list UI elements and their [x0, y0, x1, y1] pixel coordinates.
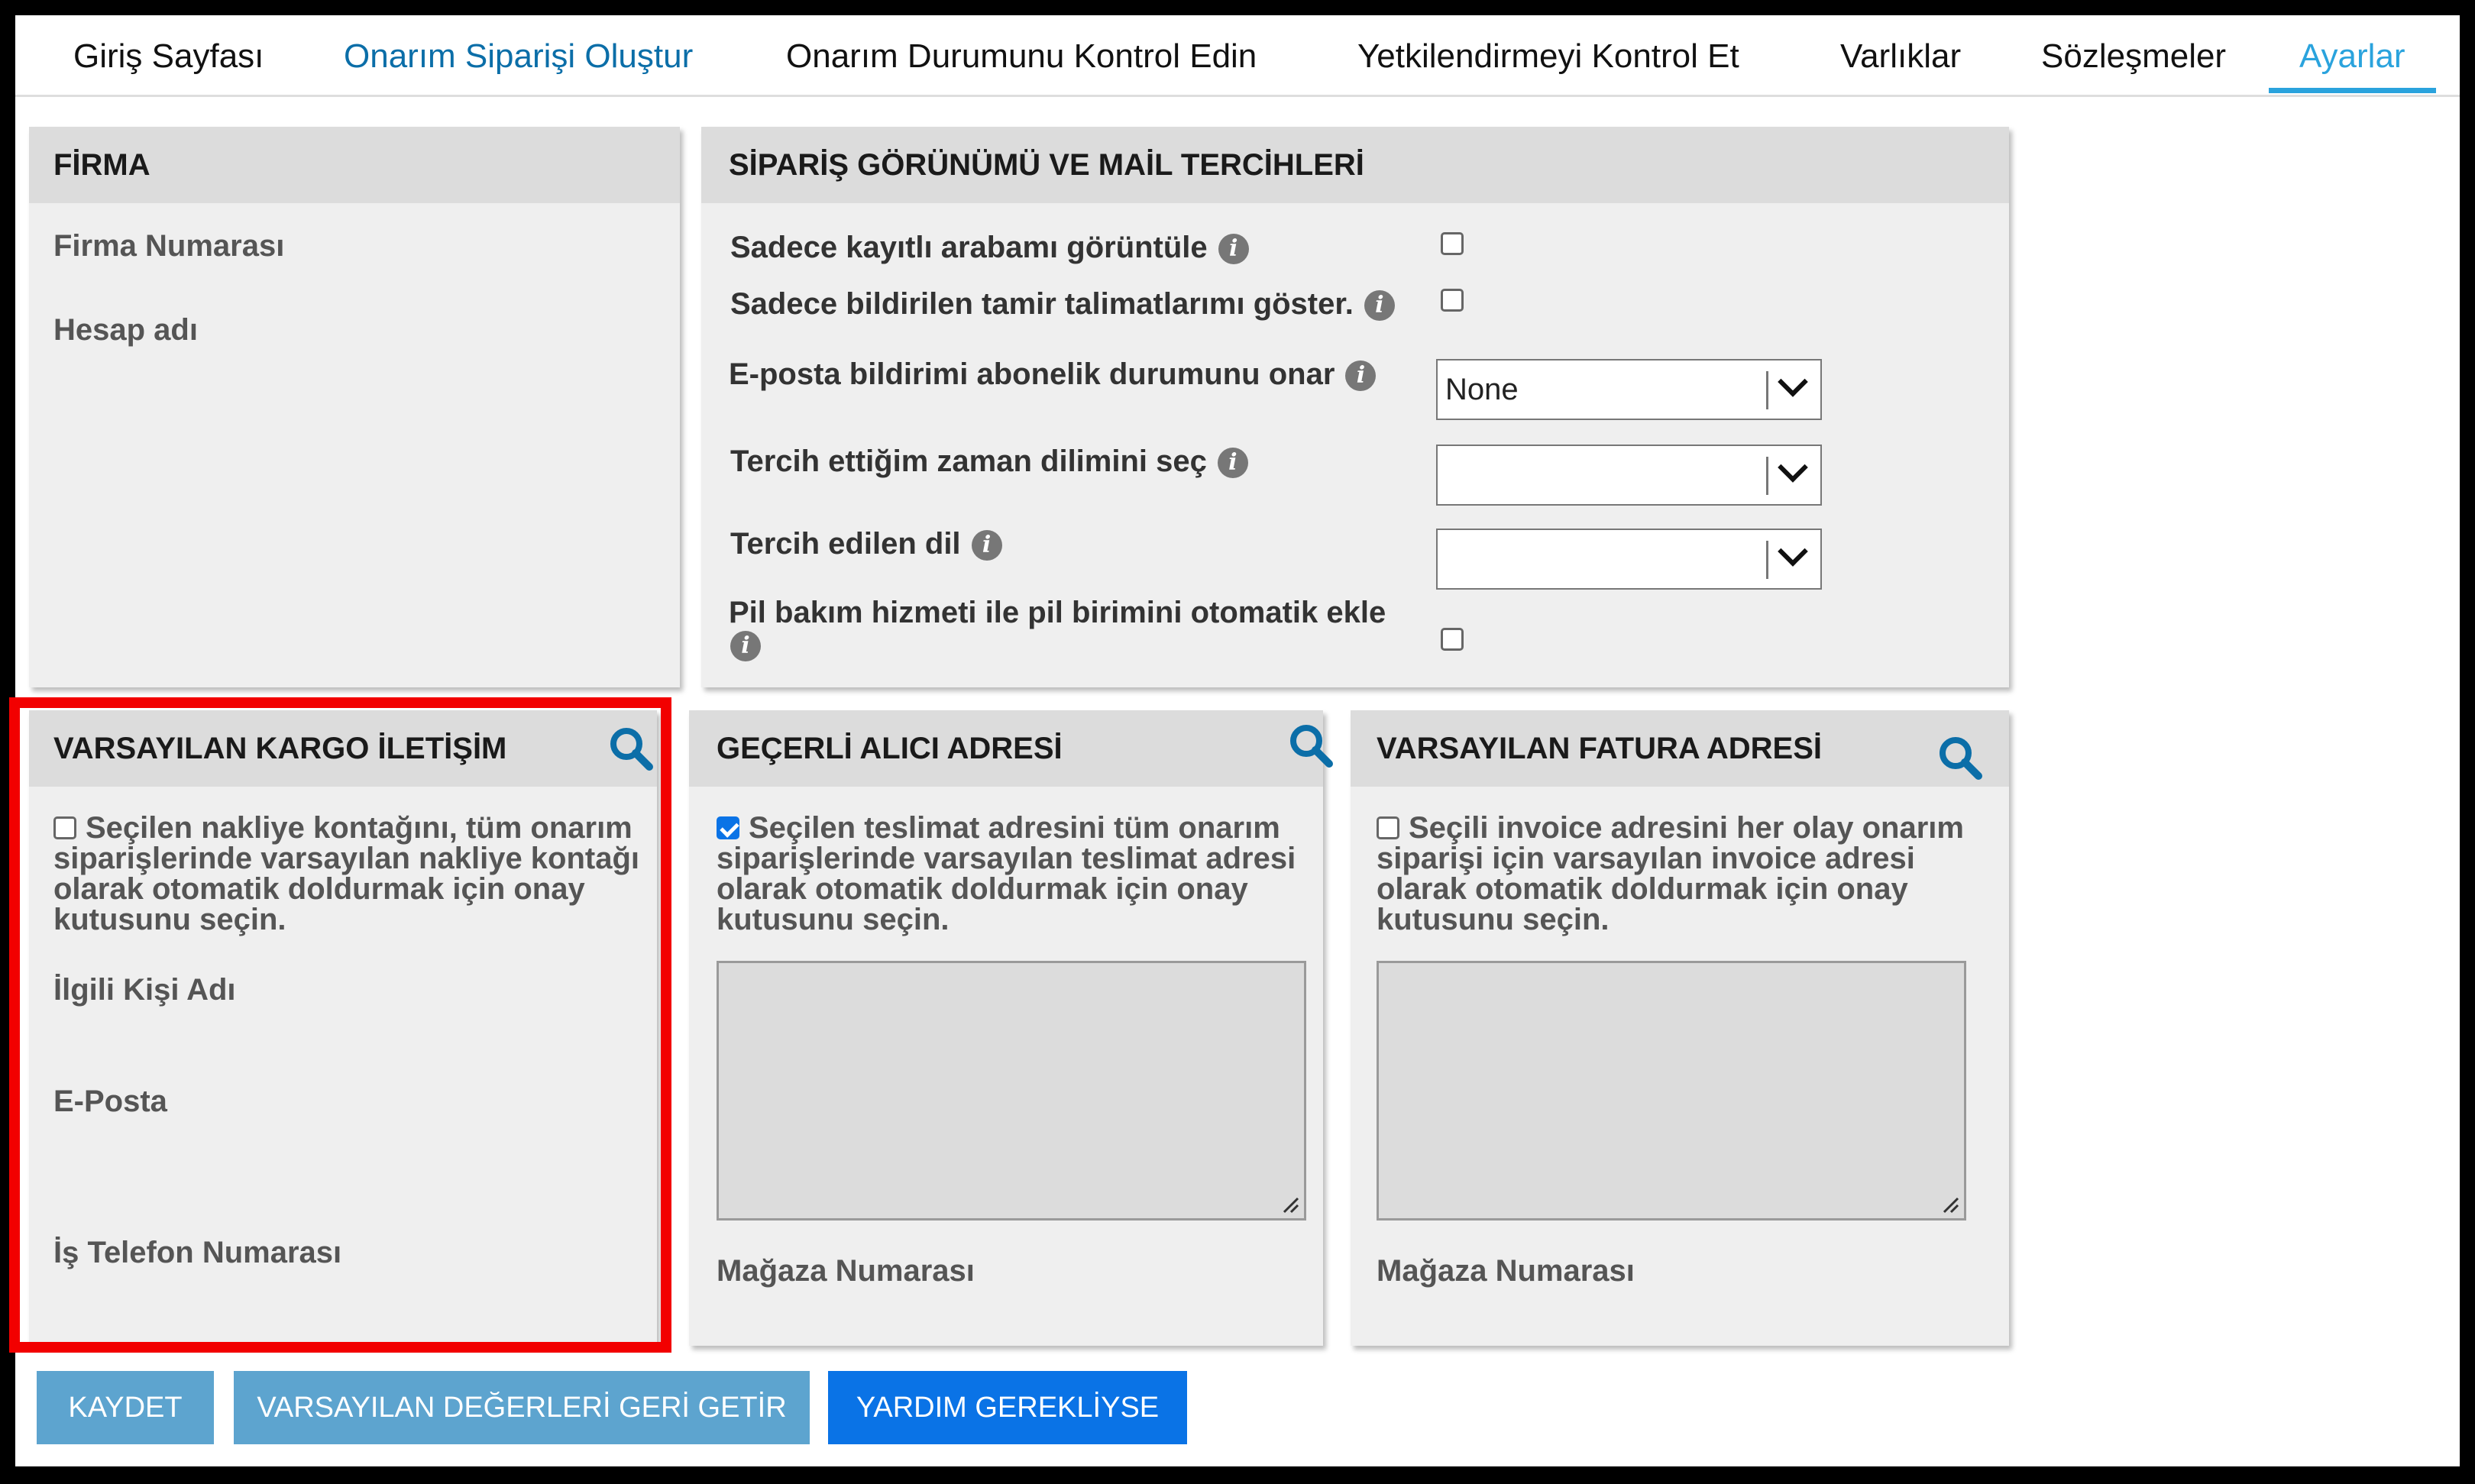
- search-icon[interactable]: [1937, 735, 1983, 781]
- email-subscription-label: E-posta bildirimi abonelik durumunu onar: [729, 357, 1335, 391]
- email-subscription-select[interactable]: None: [1436, 359, 1822, 420]
- language-label: Tercih edilen dil: [730, 527, 961, 561]
- recipient-address-title: GEÇERLİ ALICI ADRESİ: [689, 710, 1323, 787]
- timezone-select[interactable]: [1436, 445, 1822, 506]
- only-registered-car-label: Sadece kayıtlı arabamı görüntüle: [730, 231, 1208, 264]
- info-icon[interactable]: i: [730, 631, 761, 661]
- help-button[interactable]: YARDIM GEREKLİYSE: [828, 1371, 1187, 1444]
- resize-grip-icon[interactable]: [1941, 1195, 1959, 1214]
- account-name-label: Hesap adı: [53, 313, 198, 347]
- tab-check-authorization[interactable]: Yetkilendirmeyi Kontrol Et: [1357, 15, 1739, 92]
- store-number-label: Mağaza Numarası: [1377, 1254, 1635, 1288]
- search-icon[interactable]: [608, 726, 654, 771]
- invoice-address-description: Seçili invoice adresini her olay onarım …: [1377, 813, 1988, 935]
- work-phone-label: İş Telefon Numarası: [53, 1236, 342, 1269]
- timezone-label: Tercih ettiğim zaman dilimini seç: [730, 445, 1207, 478]
- chevron-down-icon: [1778, 367, 1808, 397]
- chevron-down-icon: [1778, 536, 1808, 567]
- default-recipient-address-checkbox[interactable]: [717, 816, 739, 839]
- tab-check-repair-status[interactable]: Onarım Durumunu Kontrol Edin: [786, 15, 1257, 92]
- search-icon[interactable]: [1288, 723, 1334, 768]
- restore-defaults-button[interactable]: VARSAYILAN DEĞERLERİ GERİ GETİR: [234, 1371, 810, 1444]
- recipient-address-textarea[interactable]: [717, 961, 1306, 1221]
- select-divider: [1766, 457, 1768, 495]
- info-icon[interactable]: i: [1217, 448, 1248, 479]
- only-reported-instructions-label: Sadece bildirilen tamir talimatlarımı gö…: [730, 287, 1354, 321]
- battery-label: Pil bakım hizmeti ile pil birimini otoma…: [729, 596, 1386, 629]
- only-reported-instructions-row: Sadece bildirilen tamir talimatlarımı gö…: [730, 287, 1395, 322]
- top-nav: Giriş Sayfası Onarım Siparişi Oluştur On…: [15, 15, 2460, 97]
- email-label: E-Posta: [53, 1085, 167, 1118]
- battery-checkbox[interactable]: [1441, 628, 1464, 651]
- only-registered-car-row: Sadece kayıtlı arabamı görüntüle i: [730, 231, 1249, 265]
- tab-settings[interactable]: Ayarlar: [2269, 15, 2436, 93]
- default-shipping-contact-panel: VARSAYILAN KARGO İLETİŞİM Seçilen nakliy…: [29, 710, 657, 1346]
- order-view-panel: SİPARİŞ GÖRÜNÜMÜ VE MAİL TERCİHLERİ Sade…: [701, 127, 2009, 687]
- only-registered-car-checkbox[interactable]: [1441, 232, 1464, 255]
- default-shipping-contact-checkbox[interactable]: [53, 816, 76, 839]
- shipping-contact-description: Seçilen nakliye kontağını, tüm onarım si…: [53, 813, 642, 935]
- tab-assets[interactable]: Varlıklar: [1840, 15, 1961, 92]
- info-icon[interactable]: i: [1364, 290, 1395, 322]
- recipient-address-description-text: Seçilen teslimat adresini tüm onarım sip…: [717, 811, 1296, 936]
- invoice-address-title: VARSAYILAN FATURA ADRESİ: [1351, 710, 2009, 787]
- shipping-contact-description-text: Seçilen nakliye kontağını, tüm onarım si…: [53, 811, 640, 936]
- language-select[interactable]: [1436, 529, 1822, 590]
- invoice-address-description-text: Seçili invoice adresini her olay onarım …: [1377, 811, 1964, 936]
- invoice-address-panel: VARSAYILAN FATURA ADRESİ Seçili invoice …: [1351, 710, 2009, 1346]
- invoice-address-textarea[interactable]: [1377, 961, 1966, 1221]
- select-divider: [1766, 371, 1768, 409]
- recipient-address-description: Seçilen teslimat adresini tüm onarım sip…: [717, 813, 1312, 935]
- recipient-address-panel: GEÇERLİ ALICI ADRESİ Seçilen teslimat ad…: [689, 710, 1333, 1346]
- contact-name-label: İlgili Kişi Adı: [53, 973, 236, 1007]
- settings-page: Giriş Sayfası Onarım Siparişi Oluştur On…: [9, 15, 2460, 1466]
- order-view-panel-title: SİPARİŞ GÖRÜNÜMÜ VE MAİL TERCİHLERİ: [701, 127, 2009, 203]
- tab-contracts[interactable]: Sözleşmeler: [2041, 15, 2226, 92]
- chevron-down-icon: [1778, 452, 1808, 483]
- info-icon[interactable]: i: [971, 530, 1002, 561]
- save-button[interactable]: KAYDET: [37, 1371, 214, 1444]
- default-invoice-address-checkbox[interactable]: [1377, 816, 1399, 839]
- tab-create-repair-order[interactable]: Onarım Siparişi Oluştur: [344, 15, 693, 92]
- info-icon[interactable]: i: [1345, 360, 1377, 392]
- firma-number-label: Firma Numarası: [53, 229, 285, 263]
- email-subscription-value: None: [1445, 373, 1519, 406]
- tab-home[interactable]: Giriş Sayfası: [73, 15, 264, 92]
- info-icon[interactable]: i: [1218, 234, 1249, 265]
- resize-grip-icon[interactable]: [1281, 1195, 1299, 1214]
- timezone-row: Tercih ettiğim zaman dilimini seç i: [730, 445, 1248, 479]
- select-divider: [1766, 541, 1768, 579]
- firma-panel-title: FİRMA: [29, 127, 680, 203]
- email-subscription-row: E-posta bildirimi abonelik durumunu onar…: [729, 357, 1377, 392]
- only-reported-instructions-checkbox[interactable]: [1441, 289, 1464, 312]
- language-row: Tercih edilen dil i: [730, 527, 1002, 561]
- store-number-label: Mağaza Numarası: [717, 1254, 975, 1288]
- default-shipping-contact-title: VARSAYILAN KARGO İLETİŞİM: [29, 710, 657, 787]
- firma-panel: FİRMA Firma Numarası Hesap adı: [29, 127, 680, 687]
